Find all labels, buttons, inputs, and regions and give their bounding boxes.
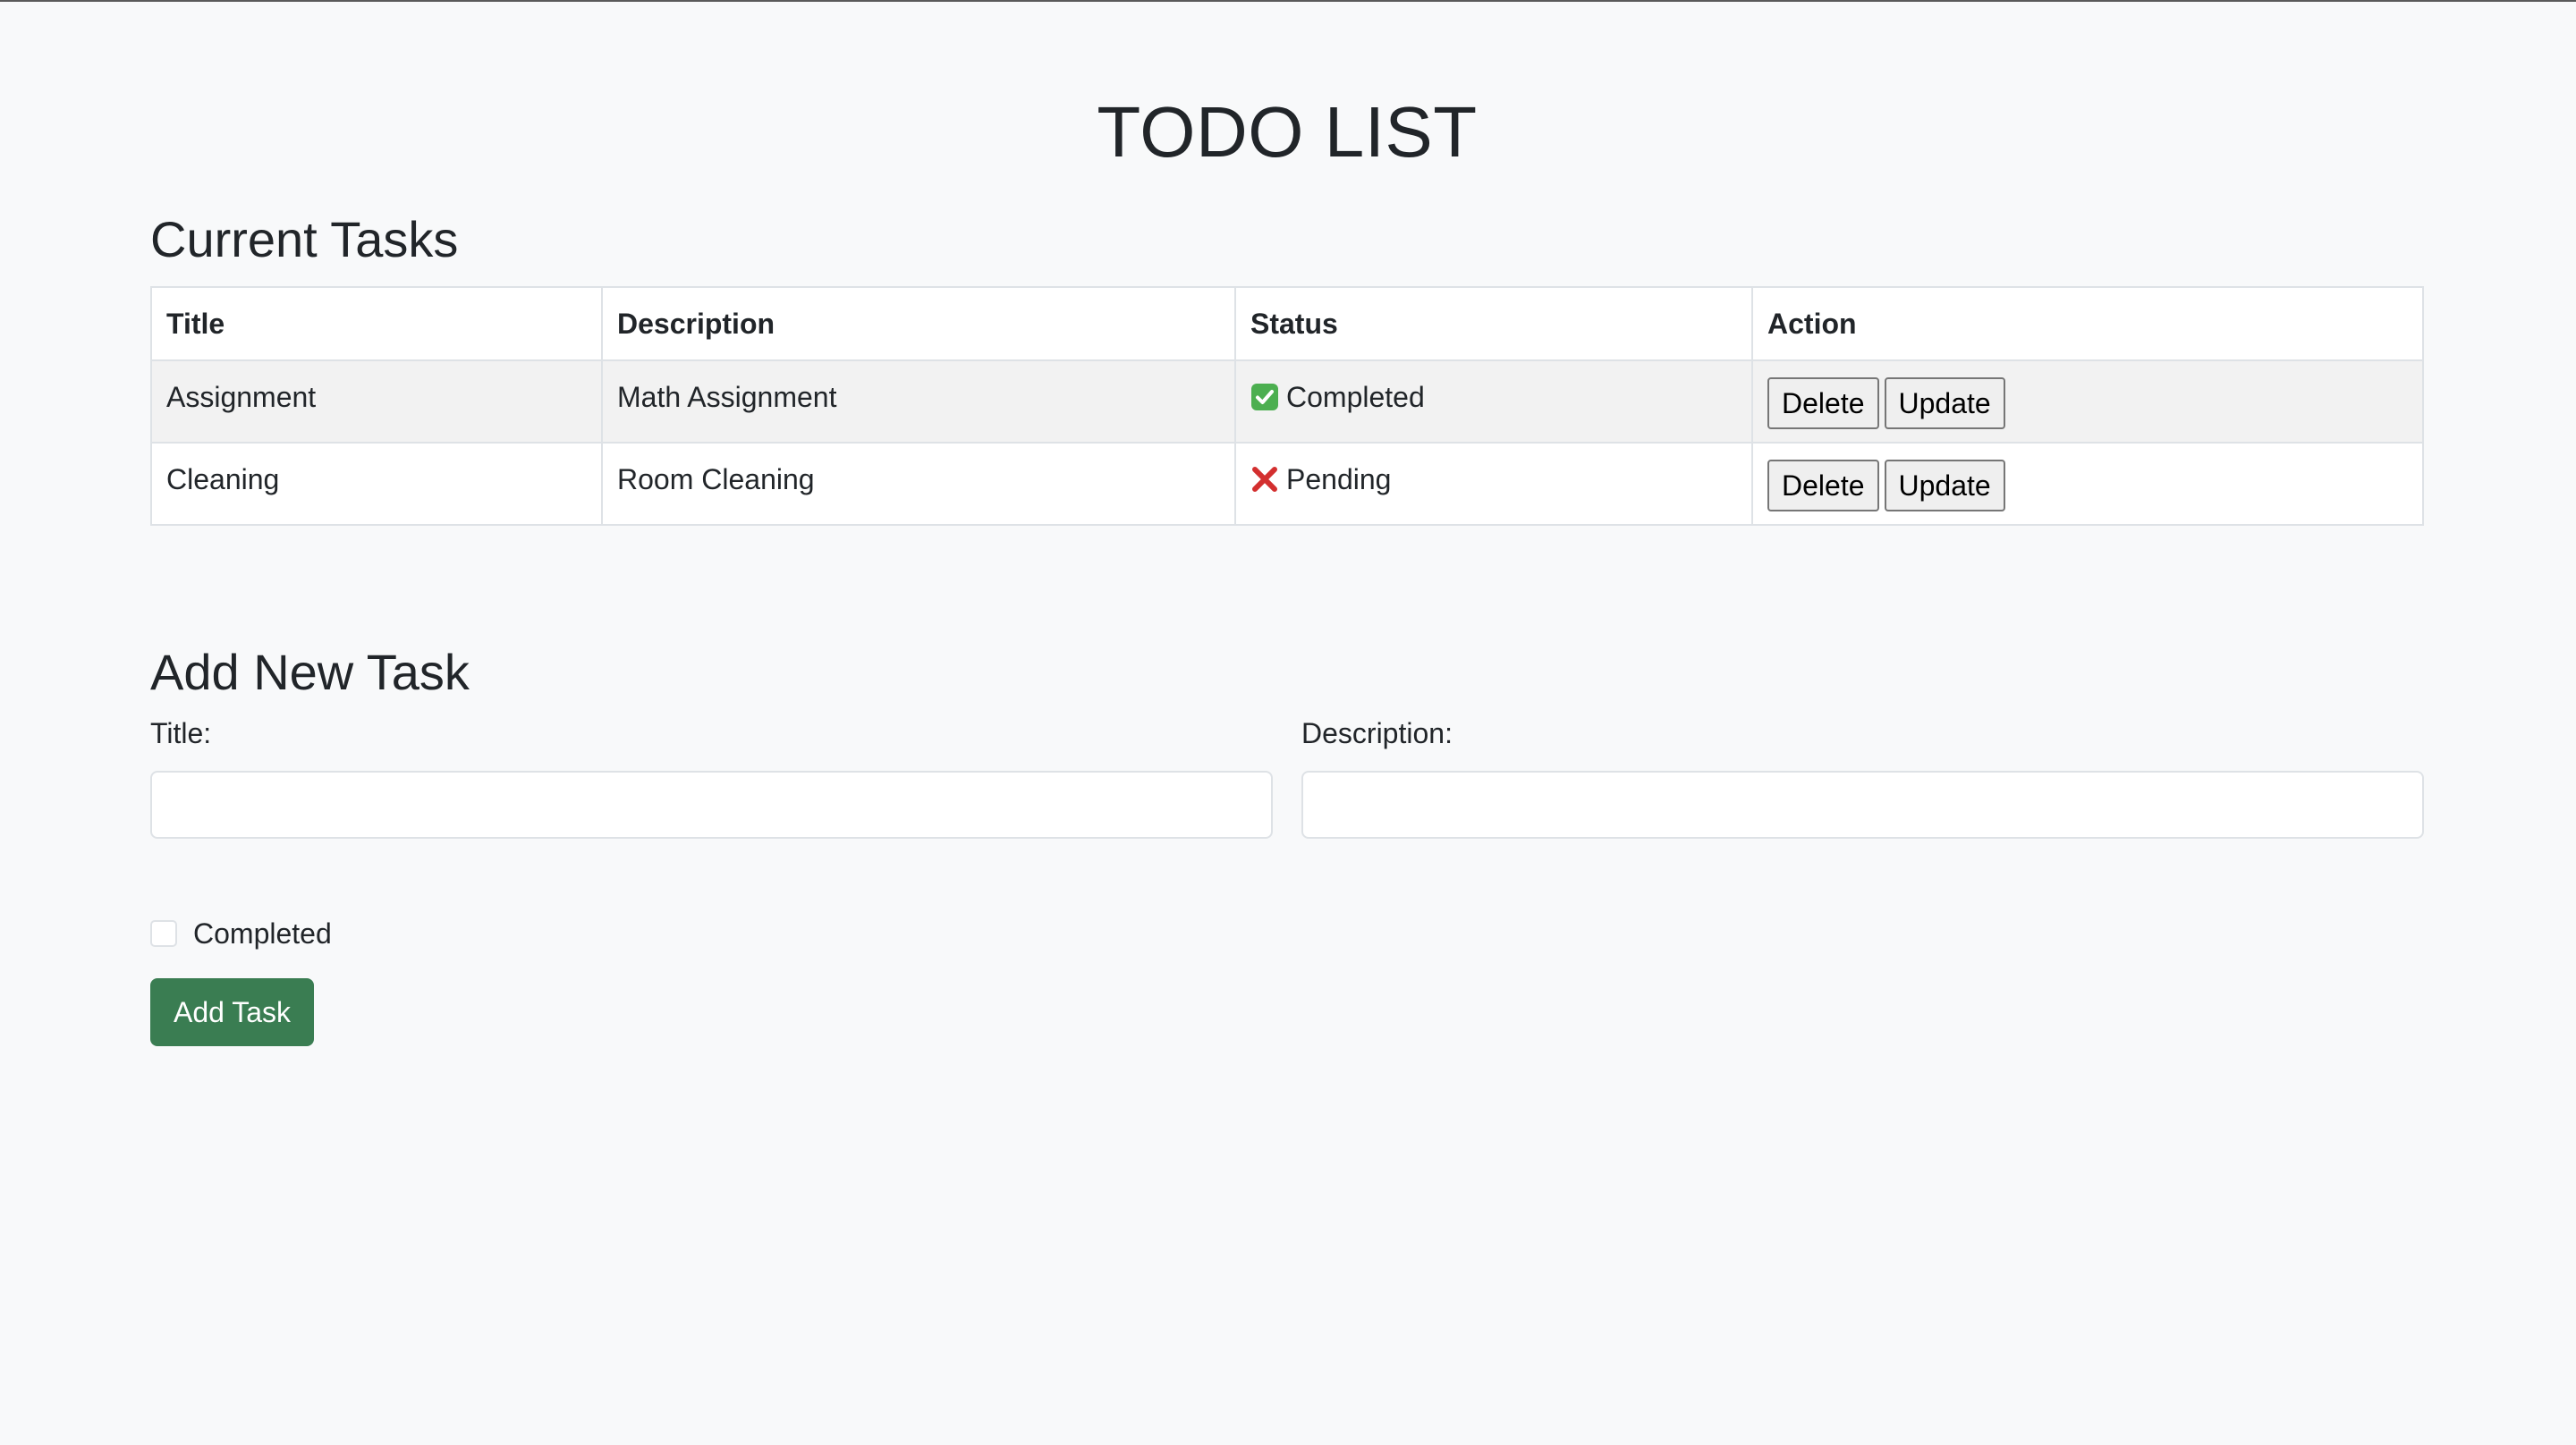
title-input[interactable]	[150, 771, 1273, 839]
task-title-cell: Assignment	[150, 359, 603, 444]
delete-button[interactable]: Delete	[1767, 460, 1879, 511]
cross-mark-icon	[1250, 465, 1279, 494]
task-description-cell: Room Cleaning	[601, 442, 1236, 526]
column-header-description: Description	[601, 286, 1236, 361]
check-mark-icon	[1250, 383, 1279, 411]
completed-checkbox-row: Completed	[150, 916, 2424, 951]
add-task-heading: Add New Task	[150, 644, 470, 700]
completed-checkbox-label[interactable]: Completed	[193, 916, 332, 951]
delete-button[interactable]: Delete	[1767, 377, 1879, 429]
table-header-row: Title Description Status Action	[150, 286, 2424, 361]
column-header-title: Title	[150, 286, 603, 361]
column-header-status: Status	[1234, 286, 1753, 361]
table-row: Assignment Math Assignment Completed Del…	[150, 359, 2424, 444]
task-title-cell: Cleaning	[150, 442, 603, 526]
add-task-button[interactable]: Add Task	[150, 978, 315, 1046]
task-action-cell: Delete Update	[1751, 359, 2424, 444]
page-title: TODO LIST	[1097, 92, 1478, 172]
description-input[interactable]	[1301, 771, 2424, 839]
completed-checkbox[interactable]	[150, 920, 177, 947]
description-label: Description:	[1301, 717, 1453, 749]
title-form-group: Title:	[150, 715, 1273, 839]
description-form-group: Description:	[1301, 715, 2424, 839]
add-task-form-row: Title: Description:	[150, 715, 2424, 839]
task-status-text: Completed	[1286, 381, 1425, 413]
current-tasks-heading: Current Tasks	[150, 211, 459, 267]
task-status-cell: Completed	[1234, 359, 1753, 444]
title-label: Title:	[150, 717, 212, 749]
task-action-cell: Delete Update	[1751, 442, 2424, 526]
update-button[interactable]: Update	[1884, 377, 2005, 429]
update-button[interactable]: Update	[1884, 460, 2005, 511]
tasks-table: Title Description Status Action Assignme…	[150, 286, 2424, 526]
task-description-cell: Math Assignment	[601, 359, 1236, 444]
task-status-text: Pending	[1286, 463, 1392, 495]
page-container: TODO LIST Current Tasks Title Descriptio…	[150, 2, 2424, 1046]
task-status-cell: Pending	[1234, 442, 1753, 526]
table-row: Cleaning Room Cleaning Pending Delete Upd…	[150, 442, 2424, 526]
add-task-section: Add New Task Title: Description: Complet…	[150, 642, 2424, 1046]
column-header-action: Action	[1751, 286, 2424, 361]
